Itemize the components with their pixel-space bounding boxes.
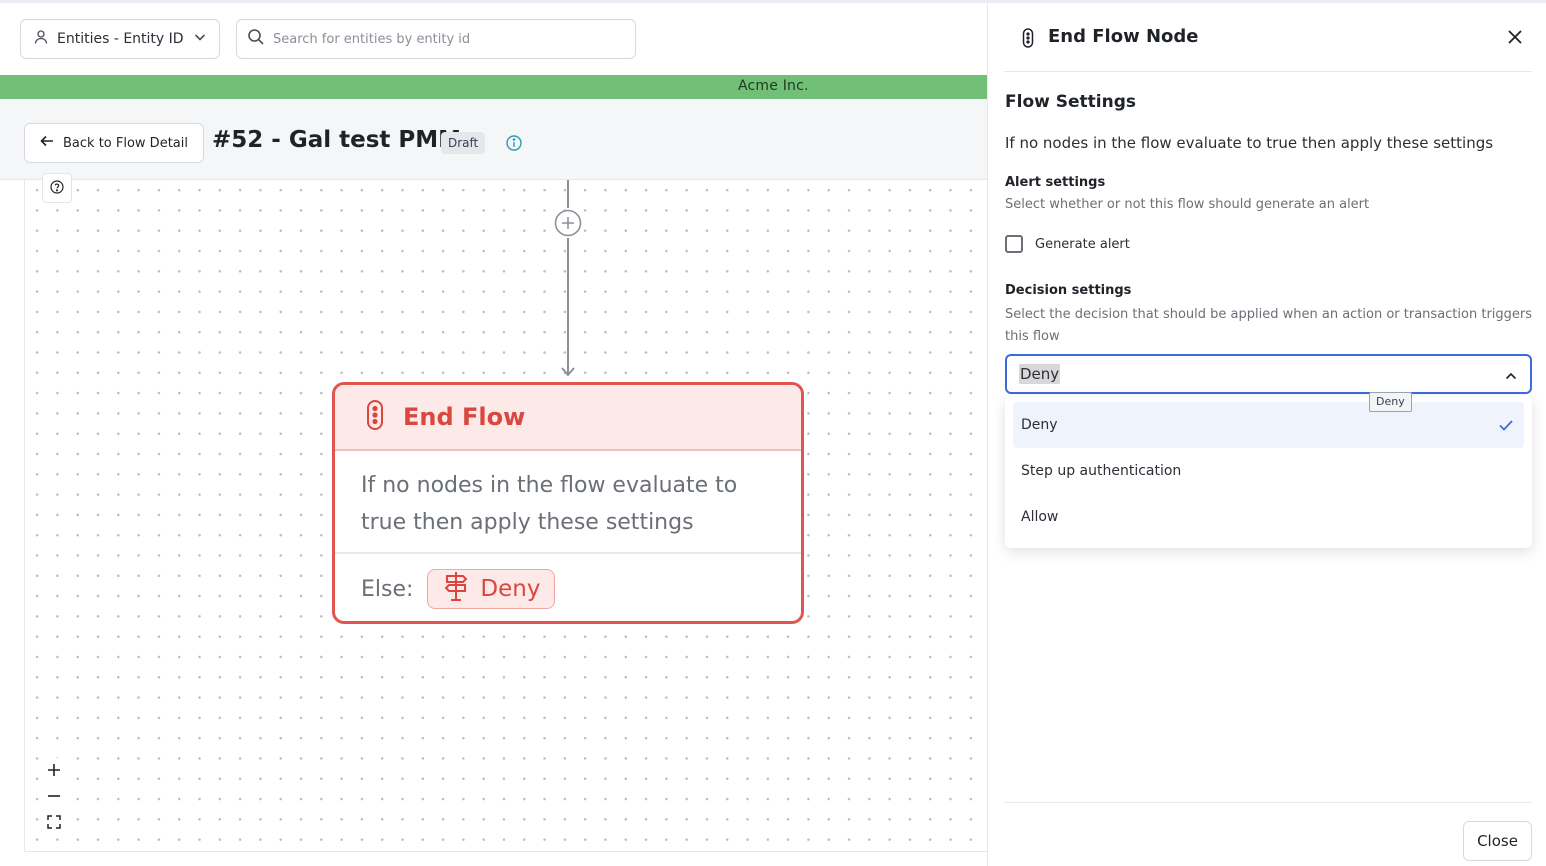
decision-option-label: Allow — [1021, 509, 1059, 525]
traffic-light-icon — [365, 399, 385, 435]
decision-chip: Deny — [427, 569, 556, 609]
generate-alert-label: Generate alert — [1035, 236, 1130, 252]
zoom-in-button[interactable] — [40, 758, 68, 784]
canvas-border-bottom — [24, 851, 987, 852]
decision-option[interactable]: Step up authentication — [1013, 448, 1524, 494]
else-label: Else: — [361, 576, 414, 602]
plus-circle-icon — [553, 209, 583, 242]
fit-view-button[interactable] — [40, 810, 68, 836]
node-title: End Flow — [403, 403, 526, 431]
decision-option[interactable]: Allow — [1013, 494, 1524, 540]
node-header: End Flow — [335, 385, 801, 451]
zoom-in-icon — [47, 762, 61, 781]
generate-alert-checkbox[interactable] — [1005, 235, 1023, 253]
generate-alert-row[interactable]: Generate alert — [1005, 235, 1130, 253]
alert-settings-description: Select whether or not this flow should g… — [1005, 197, 1370, 212]
traffic-light-icon — [1022, 28, 1034, 52]
flow-connector — [561, 180, 575, 377]
check-icon — [1498, 417, 1514, 437]
decision-select[interactable]: Deny — [1005, 354, 1532, 394]
alert-settings-heading: Alert settings — [1005, 175, 1106, 190]
decision-settings-description: Select the decision that should be appli… — [1005, 307, 1533, 344]
decision-dropdown: Deny Step up authentication Allow — [1005, 396, 1532, 548]
decision-option[interactable]: Deny — [1013, 402, 1524, 448]
section-title: Flow Settings — [1005, 92, 1136, 112]
decision-settings-heading: Decision settings — [1005, 283, 1132, 298]
decision-option-label: Deny — [1021, 417, 1058, 433]
panel-header: End Flow Node — [1004, 3, 1532, 72]
end-flow-node[interactable]: End Flow If no nodes in the flow evaluat… — [332, 382, 804, 624]
chevron-up-icon — [1504, 368, 1518, 387]
node-settings-panel: End Flow Node Flow Settings If no nodes … — [987, 3, 1546, 866]
signpost-icon — [442, 570, 470, 608]
node-description: If no nodes in the flow evaluate to true… — [335, 451, 801, 554]
close-button[interactable]: Close — [1463, 821, 1532, 861]
zoom-out-icon — [47, 788, 61, 807]
decision-chip-label: Deny — [480, 576, 541, 602]
zoom-out-button[interactable] — [40, 784, 68, 810]
fit-view-icon — [47, 814, 61, 833]
add-node-button[interactable] — [553, 208, 583, 238]
tooltip: Deny — [1369, 392, 1412, 412]
panel-footer-divider — [1004, 802, 1532, 803]
decision-select-value: Deny — [1019, 364, 1061, 384]
panel-title: End Flow Node — [1048, 26, 1199, 47]
zoom-controls — [40, 758, 68, 836]
node-footer: Else: Deny — [335, 554, 801, 621]
close-icon[interactable] — [1506, 28, 1524, 50]
decision-option-label: Step up authentication — [1021, 463, 1182, 479]
section-description: If no nodes in the flow evaluate to true… — [1005, 134, 1494, 152]
